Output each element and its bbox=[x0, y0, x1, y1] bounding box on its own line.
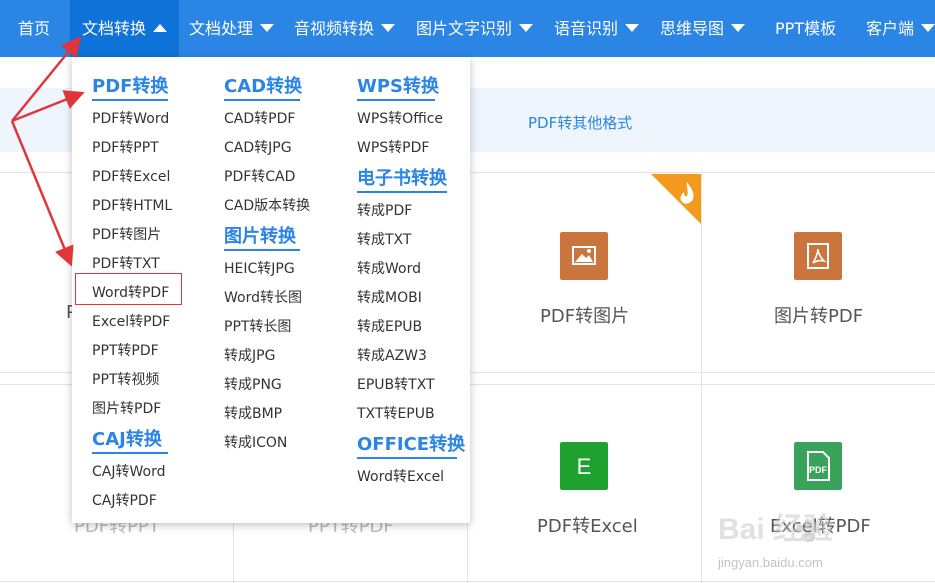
svg-text:jingyan.baidu.com: jingyan.baidu.com bbox=[718, 555, 823, 570]
annotation-arrows bbox=[10, 36, 85, 267]
arrow-to-word-pdf bbox=[10, 120, 74, 267]
baidu-watermark: Bai 经验 jingyan.baidu.com bbox=[718, 512, 833, 570]
page-root: 首页 文档转换 文档处理 音视频转换 图片文字识别 语音识别 思维导图 PPT模… bbox=[0, 0, 935, 583]
